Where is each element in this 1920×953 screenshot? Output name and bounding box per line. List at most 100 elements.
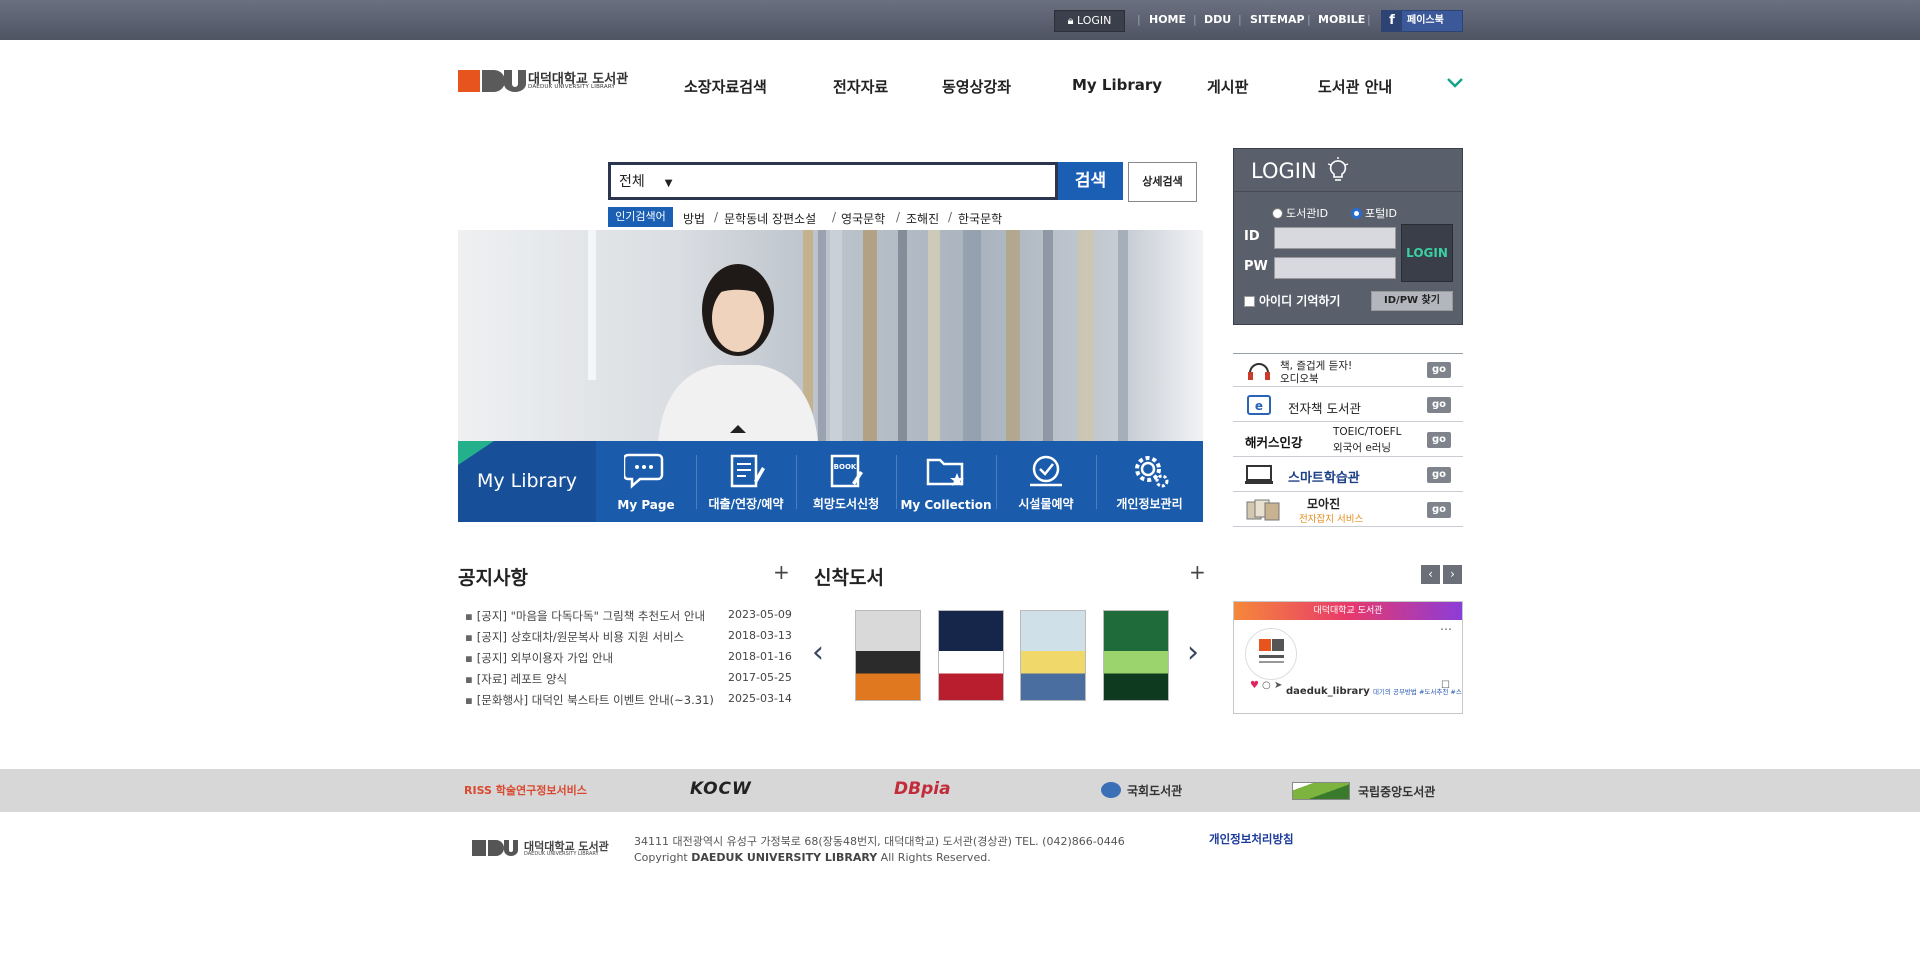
bullet: ▪ [465,651,473,665]
gnb-item-my-library[interactable]: My Library [1072,76,1162,94]
search-input[interactable] [711,167,1051,195]
go-button[interactable]: go [1427,502,1451,518]
book-cover[interactable] [1020,610,1086,701]
chevron-left-icon[interactable]: ‹ [812,635,824,670]
more-icon: ⋯ [1440,622,1452,636]
quick-link-ebook[interactable]: e 전자책 도서관 go [1233,388,1463,422]
library-logo[interactable]: 대덕대학교 도서관 DAEDUK UNIVERSITY LIBRARY [458,68,638,94]
partner-national-library[interactable]: 국립중앙도서관 [1292,782,1435,800]
login-title: LOGIN [1251,159,1317,183]
gear-icon [1134,456,1168,488]
gnb-item-e-resources[interactable]: 전자자료 [833,76,888,97]
go-button[interactable]: go [1427,432,1451,448]
go-button[interactable]: go [1427,467,1451,483]
top-login-button[interactable]: 🔒︎ LOGIN [1054,10,1125,32]
prev-button[interactable]: ‹ [1421,565,1440,584]
svg-text:BOOK: BOOK [834,463,857,471]
partner-links-bar: RISS 학술연구정보서비스 KOCW DBpia 국회도서관 국립중앙도서관 [0,769,1920,812]
book-cover-art [1104,611,1168,700]
partner-riss[interactable]: RISS 학술연구정보서비스 [464,782,587,798]
chevron-right-icon[interactable]: › [1187,635,1199,670]
instagram-hashtags: 대기의 공부방법 #도서추천 #스트레칭루틴 #도서관 #Y노트에도 #하루도서… [1372,688,1462,696]
my-library-bar: My Library My Page 대출/연장/예약 BOOK 희망도서신청 [458,441,1203,522]
chevron-down-icon[interactable] [1446,76,1464,90]
notepad-icon [730,454,765,488]
loan-renew-reserve-label: 대출/연장/예약 [708,497,784,511]
popular-keyword[interactable]: 방법 [683,210,705,227]
instagram-widget[interactable]: 대덕대학교 도서관 ⋯ ♥ ○ ➤ ☐ daeduk_library 대기의 공… [1233,601,1463,714]
notices-more-button[interactable]: + [773,560,790,584]
national-assembly-emblem-icon [1101,782,1121,798]
popular-keyword[interactable]: 영국문학 [841,210,885,227]
quick-link-hackers[interactable]: 해커스인강 TOEIC/TOEFL 외국어 e러닝 go [1233,423,1463,457]
quick-link-audiobook[interactable]: 책, 즐겁게 듣자! 오디오북 go [1233,353,1463,387]
pw-input[interactable] [1274,257,1396,279]
top-link-ddu[interactable]: DDU [1204,13,1231,26]
book-cover-art [856,611,920,700]
facility-reservation-label: 시설물예약 [1018,497,1074,511]
book-cover[interactable] [1103,610,1169,701]
quick-link-line1: 전자잡지 서비스 [1299,514,1364,525]
copyright-suffix: All Rights Reserved. [880,851,991,864]
top-link-sitemap[interactable]: SITEMAP [1250,13,1305,26]
share-icon: ➤ [1274,680,1283,691]
bullet: ▪ [465,693,473,707]
my-collection-label: My Collection [900,498,992,512]
copyright-name: DAEDUK UNIVERSITY LIBRARY [691,851,878,864]
quick-link-smart-learning[interactable]: 스마트학습관 go [1233,458,1463,492]
book-request-button[interactable]: BOOK 희망도서신청 [796,441,896,522]
partner-national-assembly-library[interactable]: 국회도서관 [1101,782,1182,799]
gnb-item-board[interactable]: 게시판 [1207,76,1248,97]
separator: / [714,210,719,224]
facility-reservation-button[interactable]: 시설물예약 [996,441,1096,522]
separator: / [832,210,837,224]
quick-link-line2: 오디오북 [1280,373,1319,385]
facebook-label: 페이스북 [1407,15,1444,26]
partner-kocw[interactable]: KOCW [690,779,752,799]
popular-keyword[interactable]: 한국문학 [958,210,1002,227]
my-collection-button[interactable]: My Collection [896,441,996,522]
login-button[interactable]: LOGIN [1401,224,1453,282]
find-id-pw-button[interactable]: ID/PW 찾기 [1371,291,1453,311]
gnb-item-library-info[interactable]: 도서관 안내 [1318,76,1392,97]
personal-info-button[interactable]: 개인정보관리 [1096,441,1203,522]
facebook-button[interactable]: f 페이스북 [1381,10,1463,32]
book-cover[interactable] [855,610,921,701]
notice-date: 2018-03-13 [728,629,792,642]
national-library-emblem-icon [1292,782,1350,800]
go-button[interactable]: go [1427,362,1451,378]
gnb-item-video-lectures[interactable]: 동영상강좌 [942,76,1011,97]
quick-link-magazine[interactable]: 모아진 전자잡지 서비스 go [1233,493,1463,527]
notice-title: [자료] 레포트 양식 [476,672,568,686]
advanced-search-button[interactable]: 상세검색 [1128,162,1197,202]
my-page-button[interactable]: My Page [596,441,696,522]
instagram-header: 대덕대학교 도서관 [1234,602,1462,620]
id-input[interactable] [1274,227,1396,249]
partner-dbpia[interactable]: DBpia [894,779,951,799]
popular-keyword[interactable]: 문학동네 장편소설 [724,210,816,227]
quick-link-line2: 외국어 e러닝 [1333,442,1392,454]
popular-keywords-label: 인기검색어 [608,207,673,227]
notice-date: 2017-05-25 [728,671,792,684]
pw-label: PW [1244,259,1268,274]
book-cover-art [1021,611,1085,700]
top-link-mobile[interactable]: MOBILE [1318,13,1365,26]
popular-keyword[interactable]: 조해진 [906,210,939,227]
new-books-more-button[interactable]: + [1189,560,1206,584]
book-cover[interactable] [938,610,1004,701]
gnb-item-holdings-search[interactable]: 소장자료검색 [684,76,767,97]
radio-library-id[interactable]: 도서관ID [1272,205,1328,221]
search-button[interactable]: 검색 [1058,162,1123,200]
next-button[interactable]: › [1443,565,1462,584]
lightbulb-icon [1327,157,1349,181]
hackers-logo-icon: 해커스인강 [1245,435,1303,450]
top-link-home[interactable]: HOME [1149,13,1186,26]
go-button[interactable]: go [1427,397,1451,413]
logo-name-en: DAEDUK UNIVERSITY LIBRARY [528,84,616,90]
radio-portal-id[interactable]: 포털ID [1351,205,1397,221]
search-scope-select[interactable]: 전체 ▼ [619,171,672,191]
remember-id-checkbox[interactable]: 아이디 기억하기 [1244,292,1340,309]
privacy-policy-link[interactable]: 개인정보처리방침 [1209,831,1294,847]
divider [1234,191,1462,192]
loan-renew-reserve-button[interactable]: 대출/연장/예약 [696,441,796,522]
